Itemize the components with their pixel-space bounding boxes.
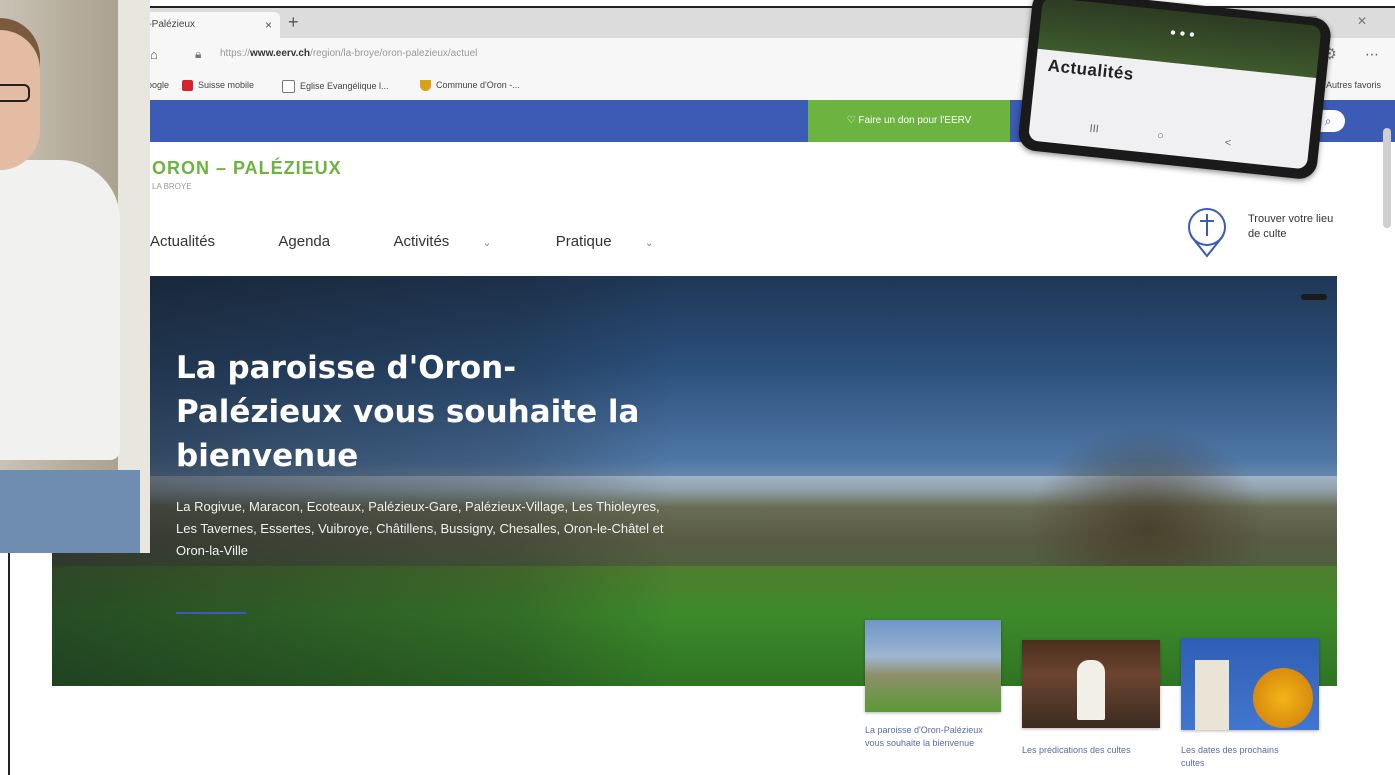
recent-apps-icon[interactable]: III	[1089, 123, 1099, 136]
glasses	[0, 84, 30, 102]
finder-label: Trouver votre lieu de culte	[1248, 213, 1334, 240]
card-image-dates[interactable]	[1181, 638, 1319, 730]
nav-label: Pratique	[555, 233, 612, 250]
back-icon[interactable]: <	[1224, 137, 1232, 150]
bird-silhouette	[1301, 294, 1327, 300]
shield-icon	[420, 80, 431, 92]
person-photo	[0, 0, 150, 553]
url-field[interactable]: https://www.eerv.ch/region/la-broye/oron…	[220, 48, 477, 59]
nav-item-actualites[interactable]: Actualités	[150, 233, 245, 250]
autumn-tree	[1253, 668, 1313, 728]
card-caption[interactable]: La paroisse d'Oron-Palézieux vous souhai…	[865, 724, 985, 750]
nav-label: Actualités	[150, 233, 216, 250]
site-brand-sub: LA BROYE	[152, 182, 192, 191]
hero-link[interactable]	[176, 612, 246, 614]
church-tower	[1195, 660, 1229, 730]
nav-label: Agenda	[278, 233, 331, 250]
nav-item-pratique[interactable]: Pratique ⌄	[556, 233, 684, 250]
browser-tab[interactable]: ...-Palézieux ×	[130, 12, 280, 38]
nav-label: Activités	[393, 233, 450, 250]
jeans	[0, 470, 140, 553]
new-tab-button[interactable]: +	[288, 12, 299, 33]
hero-text: La Rogivue, Maracon, Ecoteaux, Palézieux…	[176, 499, 664, 558]
hero-trees	[1017, 416, 1277, 576]
webpage: ♡ Faire un don pour l'EERV 👤︎ ⌕ ORON – P…	[10, 100, 1395, 775]
card-image-sermons[interactable]	[1022, 640, 1160, 728]
bookmark-item[interactable]: Eglise Evangélique l...	[282, 80, 389, 93]
page-icon	[282, 80, 295, 93]
card-caption[interactable]: Les prédications des cultes	[1022, 744, 1142, 757]
other-favorites[interactable]: Autres favoris	[1326, 80, 1381, 90]
bookmark-item[interactable]: Suisse mobile	[182, 80, 255, 92]
card-caption[interactable]: Les dates des prochains cultes	[1181, 744, 1301, 770]
lock-icon[interactable]: 🔒︎	[195, 47, 201, 62]
url-prefix: https://	[220, 48, 251, 59]
scrollbar[interactable]	[1383, 128, 1391, 228]
nav-item-agenda[interactable]: Agenda	[278, 233, 360, 250]
phone-title: Actualités	[1046, 55, 1135, 84]
bookmark-label: Eglise Evangélique l...	[300, 80, 389, 91]
menu-dots-icon[interactable]: ⋯	[1365, 46, 1379, 63]
carousel-dots: •••	[1169, 24, 1200, 45]
find-place-of-worship[interactable]: Trouver votre lieu de culte	[1186, 200, 1386, 270]
close-tab-icon[interactable]: ×	[265, 12, 272, 38]
url-path: /region/la-broye/oron-palezieux/actuel	[310, 48, 478, 59]
featured-cards: La paroisse d'Oron-Palézieux vous souhai…	[865, 620, 1345, 775]
bookmark-label: Commune d'Oron -...	[436, 80, 520, 90]
hero-title: La paroisse d'Oron-Palézieux vous souhai…	[176, 350, 640, 474]
church-location-icon	[1188, 208, 1226, 258]
home-circle-icon[interactable]: ○	[1157, 130, 1165, 143]
suisse-mobile-icon	[182, 80, 193, 92]
chevron-down-icon: ⌄	[644, 237, 654, 249]
card-image-welcome[interactable]	[865, 620, 1001, 712]
chevron-down-icon: ⌄	[482, 237, 492, 249]
bookmark-item[interactable]: Commune d'Oron -...	[420, 80, 520, 92]
url-domain: www.eerv.ch	[250, 48, 311, 59]
pastor-figure	[1077, 660, 1105, 720]
donate-button[interactable]: ♡ Faire un don pour l'EERV	[808, 100, 1010, 142]
white-shirt	[0, 160, 120, 460]
bookmark-label: Suisse mobile	[198, 80, 255, 90]
donate-label: Faire un don pour l'EERV	[858, 115, 972, 126]
home-icon[interactable]: ⌂	[150, 47, 164, 62]
nav-item-activites[interactable]: Activités ⌄	[393, 233, 521, 250]
site-brand[interactable]: ORON – PALÉZIEUX	[152, 158, 342, 179]
smartphone-overlay: ••• Actualités III ○ <	[1017, 0, 1333, 181]
main-nav: Actualités Agenda Activités ⌄ Pratique ⌄	[150, 233, 714, 250]
